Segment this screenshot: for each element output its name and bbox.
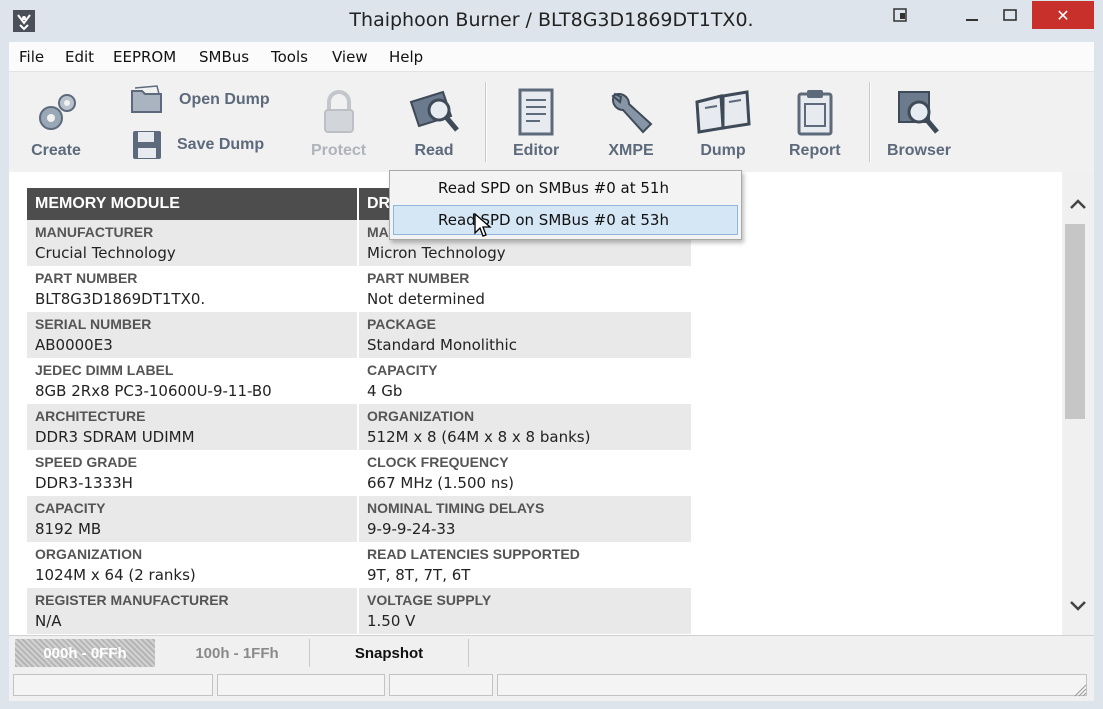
dram-row: PACKAGE Standard Monolithic: [359, 312, 691, 358]
dram-row: CLOCK FREQUENCY 667 MHz (1.500 ns): [367, 454, 514, 492]
dump-button[interactable]: Dump: [693, 88, 753, 160]
scroll-down-button[interactable]: [1062, 594, 1094, 618]
xmpe-label: XMPE: [608, 142, 654, 159]
tab-000h-0ffh[interactable]: 000h - 0FFh: [15, 639, 155, 667]
open-dump-label: Open Dump: [179, 91, 270, 108]
chevron-up-icon: [1070, 199, 1086, 209]
toolbar-separator: [869, 82, 870, 162]
module-row: SERIAL NUMBER AB0000E3: [27, 312, 357, 358]
dram-row: VOLTAGE SUPPLY 1.50 V: [359, 588, 691, 634]
browser-label: Browser: [887, 142, 952, 159]
protect-button[interactable]: Protect: [311, 88, 366, 160]
dram-row: ORGANIZATION 512M x 8 (64M x 8 x 8 banks…: [359, 404, 691, 450]
module-row: REGISTER MANUFACTURER N/A: [27, 588, 357, 634]
floppy-disk-icon: [133, 131, 161, 159]
menu-edit[interactable]: Edit: [65, 48, 94, 66]
dump-label: Dump: [700, 142, 746, 159]
protect-label: Protect: [311, 142, 367, 159]
close-icon: ✕: [1056, 5, 1070, 25]
module-row: SPEED GRADE DDR3-1333H: [35, 454, 137, 492]
resize-grip-icon[interactable]: [1071, 681, 1087, 697]
dram-row: NOMINAL TIMING DELAYS 9-9-9-24-33: [359, 496, 691, 542]
save-dump-button[interactable]: Save Dump: [131, 129, 264, 161]
clipboard-icon: [797, 90, 833, 136]
create-label: Create: [31, 142, 81, 159]
document-icon: [518, 88, 554, 136]
menu-bar: File Edit EEPROM SMBus Tools View Help: [9, 42, 1094, 72]
lock-icon: [323, 90, 354, 133]
window-frame-left: [0, 42, 9, 709]
menu-file[interactable]: File: [19, 48, 44, 66]
minimize-button[interactable]: [952, 0, 992, 30]
chip-magnifier-icon: [898, 91, 939, 134]
xmpe-button[interactable]: XMPE: [607, 88, 655, 160]
read-dropdown-menu: Read SPD on SMBus #0 at 51h Read SPD on …: [389, 170, 742, 240]
scroll-up-button[interactable]: [1062, 192, 1094, 216]
module-row: ORGANIZATION 1024M x 64 (2 ranks): [35, 546, 196, 584]
book-icon: [695, 90, 751, 134]
browser-button[interactable]: Browser: [887, 86, 951, 160]
module-row: MANUFACTURER Crucial Technology: [27, 220, 357, 266]
module-row: JEDEC DIMM LABEL 8GB 2Rx8 PC3-10600U-9-1…: [35, 362, 272, 400]
status-panel: [13, 674, 213, 696]
dram-row: READ LATENCIES SUPPORTED 9T, 8T, 7T, 6T: [367, 546, 580, 584]
close-button[interactable]: ✕: [1032, 1, 1094, 29]
status-panel: [389, 674, 493, 696]
tab-snapshot[interactable]: Snapshot: [309, 639, 469, 667]
read-button[interactable]: Read: [405, 88, 463, 160]
snap-icon[interactable]: [880, 0, 920, 30]
toolbar-separator: [485, 82, 486, 162]
save-dump-label: Save Dump: [177, 136, 265, 153]
maximize-button[interactable]: [990, 0, 1030, 30]
memory-module-header: MEMORY MODULE: [27, 188, 357, 220]
editor-label: Editor: [513, 142, 560, 159]
dram-row: CAPACITY 4 Gb: [367, 362, 438, 400]
title-bar[interactable]: Thaiphoon Burner / BLT8G3D1869DT1TX0. ✕: [0, 0, 1103, 42]
window-frame-bottom: [0, 701, 1103, 709]
memory-magnifier-icon: [409, 90, 459, 132]
window-title: Thaiphoon Burner / BLT8G3D1869DT1TX0.: [349, 9, 754, 31]
window-frame-right: [1094, 42, 1103, 709]
vertical-scrollbar[interactable]: [1062, 172, 1094, 635]
scroll-thumb[interactable]: [1065, 224, 1085, 419]
read-spd-53h-item[interactable]: Read SPD on SMBus #0 at 53h: [393, 205, 738, 235]
menu-smbus[interactable]: SMBus: [199, 48, 249, 66]
menu-help[interactable]: Help: [389, 48, 423, 66]
mouse-cursor-icon: [474, 213, 492, 237]
module-row: ARCHITECTURE DDR3 SDRAM UDIMM: [27, 404, 357, 450]
module-row: CAPACITY 8192 MB: [27, 496, 357, 542]
module-row: PART NUMBER BLT8G3D1869DT1TX0.: [35, 270, 206, 308]
toolbar: Create Open Dump Save Dump Protect Read: [9, 72, 1094, 172]
tab-bar: 000h - 0FFh 100h - 1FFh Snapshot: [9, 635, 1094, 671]
read-label: Read: [414, 142, 454, 159]
dram-row: PART NUMBER Not determined: [367, 270, 485, 308]
wrench-icon: [611, 92, 653, 134]
report-button[interactable]: Report: [789, 88, 841, 160]
folder-icon: [131, 85, 162, 113]
report-label: Report: [789, 142, 841, 159]
menu-eeprom[interactable]: EEPROM: [113, 48, 176, 66]
tab-100h-1ffh[interactable]: 100h - 1FFh: [167, 639, 307, 667]
status-bar: [9, 671, 1094, 701]
create-button[interactable]: Create: [31, 90, 81, 160]
status-panel: [497, 674, 1087, 696]
status-panel: [217, 674, 385, 696]
gears-icon: [39, 94, 76, 130]
spd-info-panel: MEMORY MODULE DR MANUFACTURER Crucial Te…: [9, 172, 1062, 635]
chevron-down-icon: [1070, 601, 1086, 611]
editor-button[interactable]: Editor: [513, 88, 559, 160]
open-dump-button[interactable]: Open Dump: [129, 84, 270, 116]
menu-tools[interactable]: Tools: [271, 48, 308, 66]
read-spd-51h-item[interactable]: Read SPD on SMBus #0 at 51h: [393, 173, 738, 203]
menu-view[interactable]: View: [332, 48, 368, 66]
